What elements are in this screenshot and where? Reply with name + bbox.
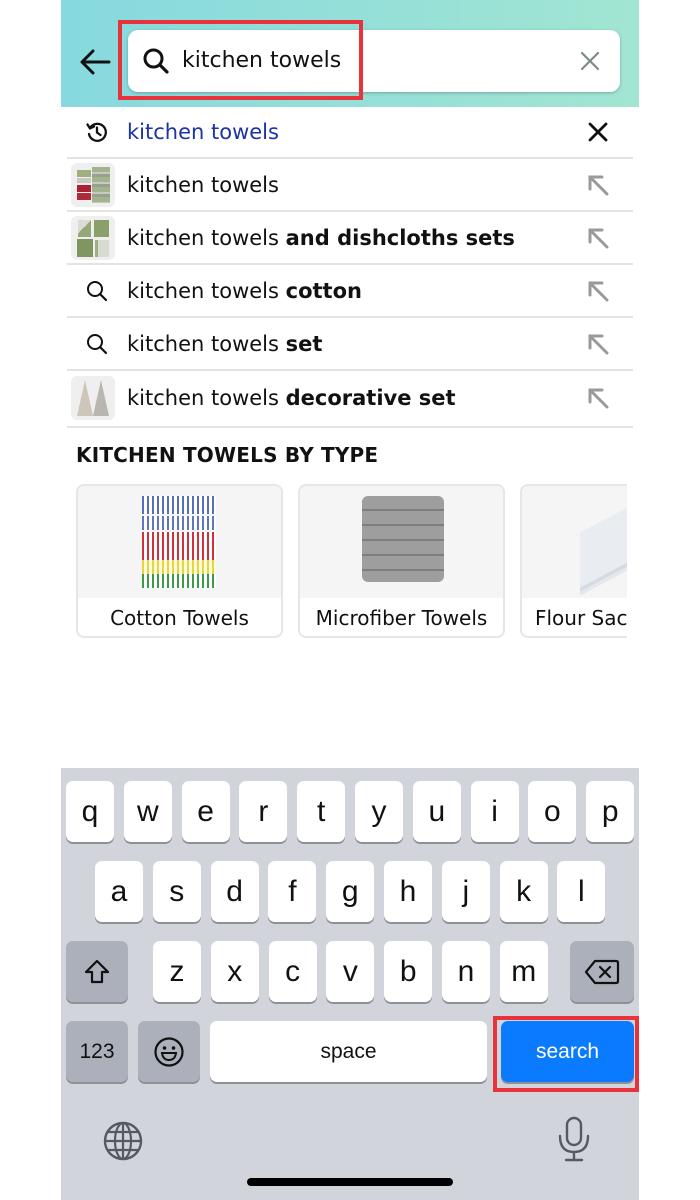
key-z[interactable]: z	[153, 941, 201, 1002]
suggestion-list: kitchen towels kitchen towels kitchen to…	[67, 107, 633, 428]
key-u[interactable]: u	[412, 781, 461, 842]
microphone-icon[interactable]	[555, 1116, 593, 1164]
search-header: kitchen towels	[61, 0, 639, 107]
key-q[interactable]: q	[66, 781, 114, 842]
arrow-left-icon	[80, 49, 111, 75]
fill-query-button[interactable]	[563, 385, 633, 411]
key-x[interactable]: x	[210, 941, 259, 1002]
fill-query-button[interactable]	[563, 225, 633, 251]
emoji-key[interactable]	[138, 1021, 200, 1082]
suggestion-text-bold: decorative set	[285, 385, 456, 410]
list-divider	[67, 424, 633, 428]
suggestion-item[interactable]: kitchen towels and dishcloths sets	[67, 212, 633, 265]
key-c[interactable]: c	[268, 941, 317, 1002]
suggestion-text-bold: and dishcloths sets	[285, 225, 515, 250]
gray-microfiber-towel-stack	[300, 486, 503, 598]
space-key[interactable]: space	[210, 1021, 487, 1082]
shift-icon	[84, 959, 110, 983]
category-card-flour-sack[interactable]: Flour Sac	[520, 484, 627, 638]
numbers-key[interactable]: 123	[66, 1021, 128, 1082]
card-label: Microfiber Towels	[315, 606, 488, 630]
key-m[interactable]: m	[499, 941, 548, 1002]
globe-icon[interactable]	[101, 1119, 145, 1163]
key-n[interactable]: n	[442, 941, 490, 1002]
fill-query-button[interactable]	[563, 172, 633, 198]
key-g[interactable]: g	[326, 861, 375, 922]
section-title: KITCHEN TOWELS BY TYPE	[76, 443, 379, 467]
card-label: Flour Sac	[535, 606, 627, 630]
suggestion-text-prefix: kitchen towels	[127, 225, 286, 250]
suggestion-text-prefix: kitchen towels	[127, 385, 286, 410]
suggestion-text: kitchen towels cotton	[127, 279, 563, 303]
suggestion-text-prefix: kitchen towels	[127, 331, 286, 356]
suggestion-item[interactable]: kitchen towels set	[67, 318, 633, 371]
hanging-decorative-towels-thumbnail	[71, 375, 115, 420]
key-i[interactable]: i	[470, 781, 519, 842]
home-indicator[interactable]	[247, 1178, 453, 1186]
key-o[interactable]: o	[528, 781, 577, 842]
category-card-microfiber-towels[interactable]: Microfiber Towels	[298, 484, 505, 638]
key-f[interactable]: f	[268, 861, 317, 922]
suggestion-item[interactable]: kitchen towels	[67, 159, 633, 212]
card-label: Cotton Towels	[110, 606, 249, 630]
suggestion-text-bold: set	[285, 331, 323, 356]
search-query-text: kitchen towels	[182, 48, 342, 73]
backspace-icon	[584, 959, 620, 984]
clear-search-button[interactable]	[578, 49, 602, 73]
history-icon	[86, 122, 107, 142]
key-l[interactable]: l	[557, 861, 606, 922]
search-icon	[87, 333, 108, 354]
key-w[interactable]: w	[123, 781, 172, 842]
suggestion-history[interactable]: kitchen towels	[67, 107, 633, 159]
suggestion-item[interactable]: kitchen towels cotton	[67, 265, 633, 318]
green-dishcloth-set-thumbnail	[71, 215, 115, 260]
back-button[interactable]	[77, 44, 113, 80]
fill-query-arrow-icon	[588, 175, 609, 195]
fill-query-button[interactable]	[563, 331, 633, 357]
fill-query-button[interactable]	[563, 278, 633, 304]
delete-key[interactable]	[570, 941, 634, 1002]
suggestion-text: kitchen towels set	[127, 332, 563, 356]
key-r[interactable]: r	[239, 781, 288, 842]
key-y[interactable]: y	[355, 781, 403, 842]
key-t[interactable]: t	[297, 781, 346, 842]
suggestion-text: kitchen towels	[127, 172, 279, 197]
emoji-icon	[154, 1036, 184, 1067]
key-p[interactable]: p	[586, 781, 635, 842]
fill-query-arrow-icon	[588, 388, 609, 408]
key-d[interactable]: d	[210, 861, 259, 922]
suggestion-text-prefix: kitchen towels	[127, 278, 286, 303]
fill-query-arrow-icon	[588, 281, 609, 301]
key-h[interactable]: h	[384, 861, 432, 922]
search-icon	[143, 48, 169, 74]
key-j[interactable]: j	[441, 861, 490, 922]
key-k[interactable]: k	[499, 861, 548, 922]
remove-x-icon	[588, 122, 608, 142]
suggestion-text: kitchen towels decorative set	[127, 386, 563, 410]
suggestion-text: kitchen towels and dishcloths sets	[127, 226, 563, 250]
search-input[interactable]: kitchen towels	[128, 30, 620, 92]
search-icon	[87, 280, 108, 301]
key-a[interactable]: a	[95, 861, 143, 922]
category-card-cotton-towels[interactable]: Cotton Towels	[76, 484, 283, 638]
key-s[interactable]: s	[152, 861, 201, 922]
phone-screen: kitchen towels kitchen towels kitchen to…	[61, 0, 639, 1200]
suggestion-item[interactable]: kitchen towels decorative set	[67, 371, 633, 424]
category-carousel[interactable]: Cotton Towels Microfiber Towels Flour Sa…	[76, 484, 627, 638]
striped-towels-thumbnail	[71, 162, 115, 207]
key-b[interactable]: b	[384, 941, 433, 1002]
keyboard: qwertyuiop asdfghjkl zxcvbnm 123 space s…	[61, 768, 639, 1200]
fill-query-arrow-icon	[588, 228, 609, 248]
key-v[interactable]: v	[326, 941, 375, 1002]
key-e[interactable]: e	[181, 781, 230, 842]
white-flour-sack-towels	[522, 486, 627, 598]
shift-key[interactable]	[66, 941, 128, 1002]
suggestion-text: kitchen towels	[127, 120, 279, 144]
remove-history-button[interactable]	[563, 121, 633, 143]
suggestion-text-bold: cotton	[285, 278, 362, 303]
checkered-cotton-towel-stack	[78, 486, 281, 598]
fill-query-arrow-icon	[588, 334, 609, 354]
search-key[interactable]: search	[501, 1021, 634, 1082]
